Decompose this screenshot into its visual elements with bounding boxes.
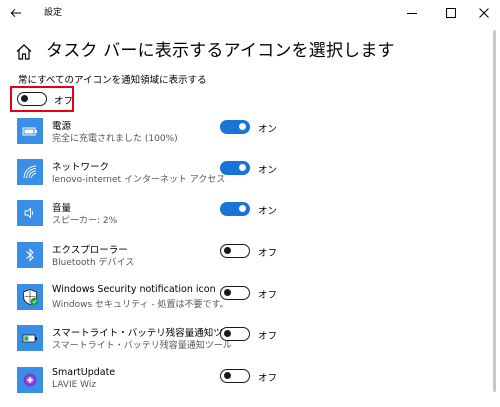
toggle-knob — [224, 289, 231, 296]
battery-status-icon — [17, 325, 43, 351]
close-button[interactable] — [468, 0, 500, 26]
battery-icon — [17, 118, 43, 144]
always-show-label: 常にすべてのアイコンを通知領域に表示する — [18, 75, 207, 86]
always-show-state: オフ — [54, 96, 74, 107]
list-item-network: ネットワーク lenovo-internet インターネット アクセス オン — [0, 159, 470, 199]
item-desc: LAVIE Wiz — [52, 380, 97, 390]
item-desc: lenovo-internet インターネット アクセス — [52, 175, 226, 185]
item-desc: スピーカー: 2% — [52, 216, 118, 226]
item-name: 音量 — [52, 203, 72, 214]
close-icon — [479, 8, 489, 18]
item-desc: 完全に充電されました (100%) — [52, 134, 178, 144]
back-button[interactable] — [0, 0, 32, 26]
wifi-icon — [17, 159, 43, 185]
bluetooth-icon — [17, 242, 43, 268]
toggle-knob — [239, 164, 246, 171]
item-name: SmartUpdate — [52, 367, 116, 378]
list-item-power: 電源 完全に充電されました (100%) オン — [0, 118, 470, 158]
minimize-icon — [407, 13, 417, 14]
toggle-knob — [224, 372, 231, 379]
item-state: オフ — [258, 373, 278, 384]
maximize-icon — [446, 8, 456, 18]
item-toggle[interactable] — [220, 202, 250, 216]
item-toggle[interactable] — [220, 161, 250, 175]
back-arrow-icon — [10, 8, 21, 18]
item-desc: Windows セキュリティ - 処置は不要です。 — [52, 300, 229, 310]
item-name: 電源 — [52, 121, 72, 132]
item-name: エクスプローラー — [52, 245, 128, 256]
toggle-knob — [21, 95, 28, 102]
item-state: オン — [258, 165, 278, 176]
item-state: オン — [258, 206, 278, 217]
list-item-volume: 音量 スピーカー: 2% オン — [0, 200, 470, 240]
toggle-knob — [239, 123, 246, 130]
item-toggle[interactable] — [220, 244, 250, 258]
list-item-smart-light: スマートライト・バッテリ残容量通知ツール スマートライト・バッテリ残容量通知ツー… — [0, 325, 470, 365]
maximize-button[interactable] — [435, 0, 467, 26]
list-item-explorer: エクスプローラー Bluetooth デバイス オフ — [0, 242, 470, 282]
list-item-smartupdate: SmartUpdate LAVIE Wiz オフ — [0, 367, 470, 407]
scrollbar[interactable] — [493, 30, 496, 392]
item-state: オフ — [258, 331, 278, 342]
item-state: オフ — [258, 248, 278, 259]
item-name: Windows Security notification icon — [52, 284, 216, 295]
toggle-knob — [239, 205, 246, 212]
toggle-knob — [224, 247, 231, 254]
window-title: 設定 — [44, 8, 63, 18]
always-show-toggle[interactable] — [17, 92, 47, 106]
item-toggle[interactable] — [220, 369, 250, 383]
item-state: オン — [258, 124, 278, 135]
item-toggle[interactable] — [220, 286, 250, 300]
title-bar: 設定 — [0, 0, 500, 26]
item-state: オフ — [258, 290, 278, 301]
page-title: タスク バーに表示するアイコンを選択します — [46, 41, 395, 61]
smartupdate-icon — [17, 367, 43, 393]
minimize-button[interactable] — [396, 0, 428, 26]
speaker-icon — [17, 200, 43, 226]
item-name: スマートライト・バッテリ残容量通知ツール — [52, 328, 242, 339]
item-toggle[interactable] — [220, 327, 250, 341]
item-toggle[interactable] — [220, 120, 250, 134]
home-icon[interactable] — [14, 42, 34, 62]
item-name: ネットワーク — [52, 162, 110, 173]
item-desc: スマートライト・バッテリ残容量通知ツール — [52, 341, 232, 351]
item-desc: Bluetooth デバイス — [52, 258, 135, 268]
shield-icon — [17, 284, 43, 310]
list-item-windows-security: Windows Security notification icon Windo… — [0, 284, 470, 324]
toggle-knob — [224, 330, 231, 337]
